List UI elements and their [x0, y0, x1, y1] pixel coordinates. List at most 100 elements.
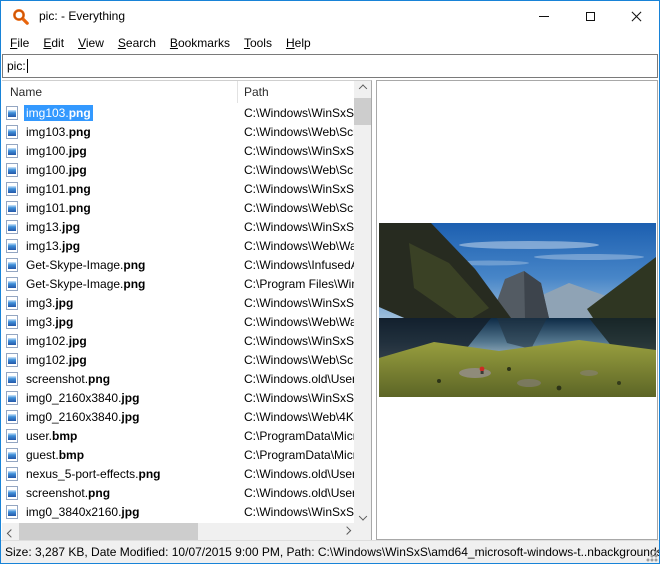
scroll-up-arrow-icon[interactable]	[354, 81, 371, 98]
close-button[interactable]	[613, 1, 659, 32]
path-cell: C:\ProgramData\Micr	[238, 448, 354, 462]
vertical-scrollbar-thumb[interactable]	[354, 98, 371, 125]
table-row[interactable]: nexus_5-port-effects.png C:\Windows.old\…	[2, 464, 354, 483]
menu-item-tools[interactable]: Tools	[237, 34, 279, 52]
file-name: Get-Skype-Image.png	[24, 276, 147, 292]
table-row[interactable]: img13.jpg C:\Windows\Web\Wa	[2, 236, 354, 255]
resize-grip-icon[interactable]	[645, 549, 658, 562]
table-row[interactable]: img101.png C:\Windows\WinSxS\a	[2, 179, 354, 198]
results-list: Name Path img103.png C:\Windows\WinSxS\a…	[2, 80, 372, 540]
everything-window: pic: - Everything FileEditViewSearchBook…	[0, 0, 660, 564]
image-file-icon	[6, 296, 18, 310]
image-file-icon	[6, 353, 18, 367]
status-text: Size: 3,287 KB, Date Modified: 10/07/201…	[5, 545, 659, 559]
menu-item-view[interactable]: View	[71, 34, 111, 52]
search-input[interactable]: pic:	[2, 54, 658, 78]
search-query-text: pic:	[7, 59, 26, 73]
path-cell: C:\Windows\WinSxS\a	[238, 144, 354, 158]
minimize-icon	[539, 16, 549, 17]
name-cell: img13.jpg	[2, 219, 238, 235]
name-cell: img102.jpg	[2, 333, 238, 349]
table-row[interactable]: img101.png C:\Windows\Web\Scr	[2, 198, 354, 217]
horizontal-scrollbar[interactable]	[2, 523, 355, 540]
image-file-icon	[6, 391, 18, 405]
name-cell: img100.jpg	[2, 162, 238, 178]
menu-bar: FileEditViewSearchBookmarksToolsHelp	[1, 32, 659, 54]
file-name: img0_2160x3840.jpg	[24, 390, 141, 406]
file-name: img13.jpg	[24, 238, 82, 254]
table-row[interactable]: img102.jpg C:\Windows\WinSxS\a	[2, 331, 354, 350]
name-cell: guest.bmp	[2, 447, 238, 463]
path-cell: C:\Windows\Web\Scr	[238, 201, 354, 215]
menu-item-bookmarks[interactable]: Bookmarks	[163, 34, 237, 52]
path-cell: C:\Windows\WinSxS\a	[238, 334, 354, 348]
table-row[interactable]: img3.jpg C:\Windows\WinSxS\a	[2, 293, 354, 312]
table-row[interactable]: Get-Skype-Image.png C:\Program Files\Win	[2, 274, 354, 293]
scroll-down-arrow-icon[interactable]	[354, 506, 371, 523]
column-header-name[interactable]: Name	[2, 81, 238, 103]
name-cell: img102.jpg	[2, 352, 238, 368]
menu-item-search[interactable]: Search	[111, 34, 163, 52]
preview-image	[379, 223, 656, 397]
minimize-button[interactable]	[521, 1, 567, 32]
file-name: img101.png	[24, 200, 93, 216]
file-name: img103.png	[24, 124, 93, 140]
maximize-button[interactable]	[567, 1, 613, 32]
path-cell: C:\ProgramData\Micr	[238, 429, 354, 443]
path-cell: C:\Windows\WinSxS\a	[238, 296, 354, 310]
path-cell: C:\Windows\Web\Wa	[238, 239, 354, 253]
table-row[interactable]: screenshot.png C:\Windows.old\Users	[2, 483, 354, 502]
menu-item-file[interactable]: File	[3, 34, 36, 52]
table-row[interactable]: Get-Skype-Image.png C:\Windows\InfusedA	[2, 255, 354, 274]
file-name: guest.bmp	[24, 447, 86, 463]
image-file-icon	[6, 486, 18, 500]
table-row[interactable]: guest.bmp C:\ProgramData\Micr	[2, 445, 354, 464]
menu-item-help[interactable]: Help	[279, 34, 318, 52]
everything-app-icon	[12, 8, 30, 26]
scroll-right-arrow-icon[interactable]	[338, 523, 355, 540]
name-cell: img0_2160x3840.jpg	[2, 390, 238, 406]
table-row[interactable]: img0_3840x2160.jpg C:\Windows\WinSxS\a	[2, 502, 354, 521]
table-row[interactable]: img0_2160x3840.jpg C:\Windows\Web\4K\W	[2, 407, 354, 426]
vertical-scrollbar[interactable]	[354, 81, 371, 523]
file-name: img102.jpg	[24, 352, 89, 368]
horizontal-scrollbar-thumb[interactable]	[19, 523, 198, 540]
table-row[interactable]: img100.jpg C:\Windows\WinSxS\a	[2, 141, 354, 160]
path-cell: C:\Windows\WinSxS\a	[238, 391, 354, 405]
image-file-icon	[6, 106, 18, 120]
column-header-path[interactable]: Path	[238, 81, 354, 103]
table-row[interactable]: img0_2160x3840.jpg C:\Windows\WinSxS\a	[2, 388, 354, 407]
close-icon	[630, 10, 643, 23]
file-name: img3.jpg	[24, 295, 75, 311]
table-row[interactable]: img13.jpg C:\Windows\WinSxS\a	[2, 217, 354, 236]
text-caret	[27, 59, 28, 73]
table-row[interactable]: img3.jpg C:\Windows\Web\Wa	[2, 312, 354, 331]
path-cell: C:\Windows.old\Users	[238, 467, 354, 481]
path-cell: C:\Windows\Web\Scr	[238, 163, 354, 177]
list-rows: img103.png C:\Windows\WinSxS\a img103.pn…	[2, 103, 354, 523]
menu-item-edit[interactable]: Edit	[36, 34, 71, 52]
image-file-icon	[6, 277, 18, 291]
table-row[interactable]: img100.jpg C:\Windows\Web\Scr	[2, 160, 354, 179]
path-cell: C:\Windows\Web\Wa	[238, 315, 354, 329]
name-cell: img103.png	[2, 105, 238, 121]
table-row[interactable]: img103.png C:\Windows\WinSxS\a	[2, 103, 354, 122]
file-name: img100.jpg	[24, 162, 89, 178]
path-cell: C:\Windows\Web\Scr	[238, 353, 354, 367]
name-cell: img103.png	[2, 124, 238, 140]
file-name: img102.jpg	[24, 333, 89, 349]
image-file-icon	[6, 372, 18, 386]
path-cell: C:\Windows\WinSxS\a	[238, 220, 354, 234]
image-file-icon	[6, 201, 18, 215]
image-file-icon	[6, 429, 18, 443]
table-row[interactable]: img102.jpg C:\Windows\Web\Scr	[2, 350, 354, 369]
image-file-icon	[6, 239, 18, 253]
table-row[interactable]: user.bmp C:\ProgramData\Micr	[2, 426, 354, 445]
scroll-left-arrow-icon[interactable]	[2, 523, 19, 540]
table-row[interactable]: img103.png C:\Windows\Web\Scr	[2, 122, 354, 141]
path-cell: C:\Windows.old\Users	[238, 486, 354, 500]
file-name: user.bmp	[24, 428, 79, 444]
table-row[interactable]: screenshot.png C:\Windows.old\Users	[2, 369, 354, 388]
title-bar[interactable]: pic: - Everything	[1, 1, 659, 32]
maximize-icon	[586, 12, 595, 21]
